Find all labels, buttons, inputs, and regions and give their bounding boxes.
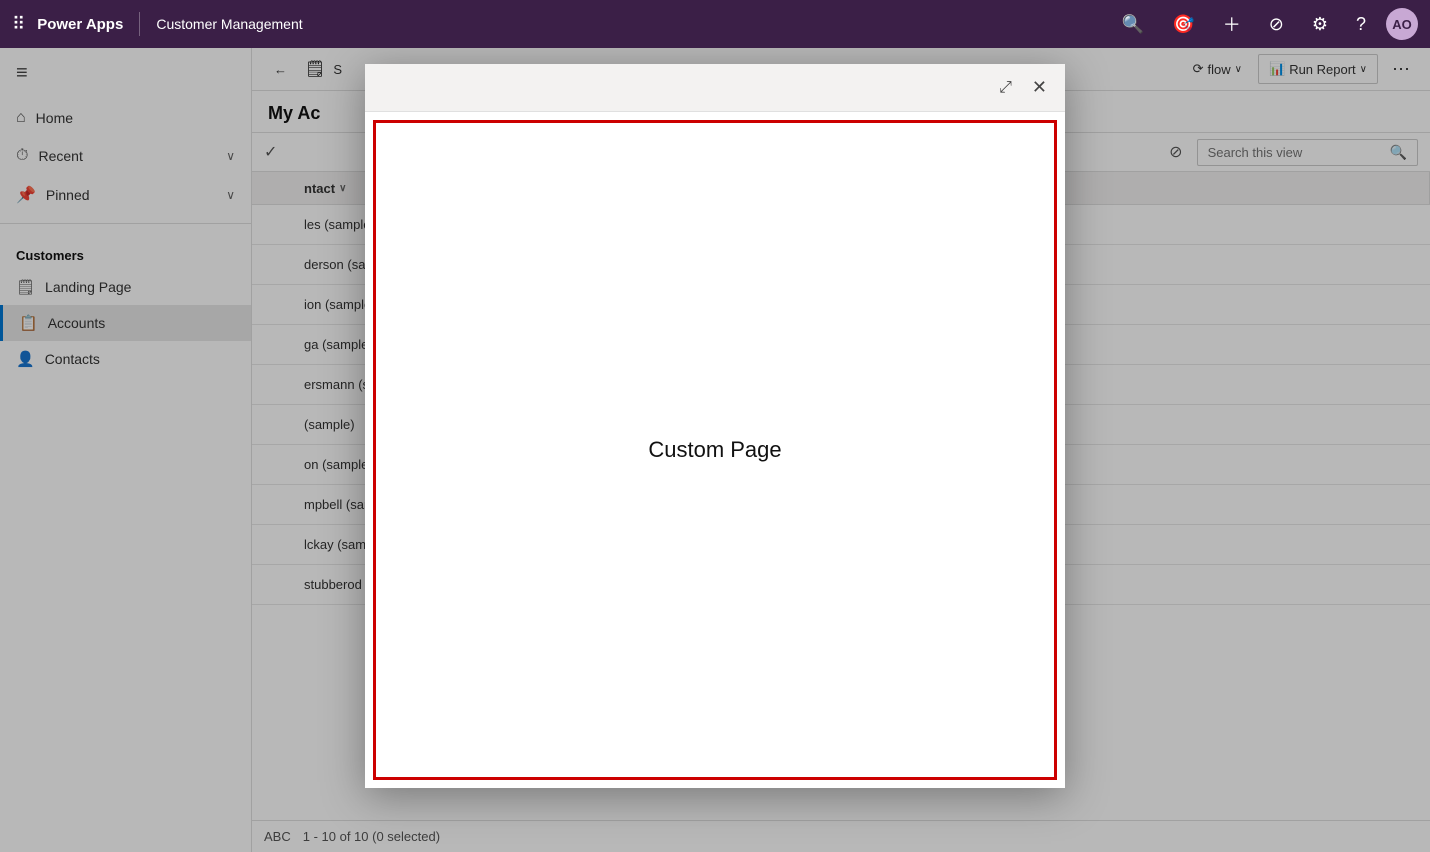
filter-icon[interactable]: ⊘ xyxy=(1261,10,1292,39)
home-label: Home xyxy=(36,110,73,126)
topbar-divider xyxy=(139,12,140,36)
page-icon: 🗒 xyxy=(305,59,325,79)
recent-label: Recent xyxy=(38,148,82,164)
sidebar-item-landing-page[interactable]: 🗒 Landing Page xyxy=(0,269,251,305)
col-contact-label: ntact xyxy=(304,181,335,196)
run-report-chevron: ∨ xyxy=(1360,64,1367,75)
run-report-button[interactable]: 📊 Run Report ∨ xyxy=(1258,54,1378,84)
target-icon[interactable]: 🎯 xyxy=(1164,10,1202,39)
plus-icon[interactable]: ＋ xyxy=(1215,7,1249,41)
landing-page-icon: 🗒 xyxy=(16,278,35,296)
help-icon[interactable]: ? xyxy=(1348,10,1374,39)
flow-icon: ⟳ xyxy=(1193,61,1204,77)
modal: ⤢ ✕ Custom Page xyxy=(365,64,1065,788)
sidebar-item-home[interactable]: ⌂ Home xyxy=(0,99,251,137)
search-icon[interactable]: 🔍 xyxy=(1114,10,1152,39)
flow-button[interactable]: ⟳ flow ∨ xyxy=(1183,55,1252,83)
customers-section-title: Customers xyxy=(0,232,251,269)
recent-chevron: ∨ xyxy=(226,149,235,163)
brand-label: Power Apps xyxy=(37,16,123,33)
back-button[interactable]: ← xyxy=(264,56,297,83)
check-icon: ✓ xyxy=(264,142,277,162)
modal-titlebar: ⤢ ✕ xyxy=(365,64,1065,112)
pinned-icon: 📌 xyxy=(16,185,36,205)
table-filter-button[interactable]: ⊘ xyxy=(1163,136,1188,168)
modal-body: Custom Page xyxy=(373,120,1057,780)
search-input[interactable] xyxy=(1208,145,1384,160)
menu-button[interactable]: ≡ xyxy=(0,48,251,99)
run-report-label: Run Report xyxy=(1289,62,1355,77)
sub-toolbar-page-label: S xyxy=(333,62,342,77)
search-box: 🔍 xyxy=(1197,139,1418,166)
recent-icon: ⏱ xyxy=(16,147,28,165)
modal-close-button[interactable]: ✕ xyxy=(1026,71,1053,104)
page-title: My Ac xyxy=(268,103,320,123)
col-contact-chevron: ∨ xyxy=(339,183,346,194)
contacts-label: Contacts xyxy=(45,351,100,367)
modal-expand-button[interactable]: ⤢ xyxy=(993,73,1018,103)
contacts-icon: 👤 xyxy=(16,350,35,368)
flow-chevron: ∨ xyxy=(1235,64,1242,75)
more-options-button[interactable]: ⋯ xyxy=(1384,53,1418,86)
home-icon: ⌂ xyxy=(16,109,26,127)
user-avatar[interactable]: AO xyxy=(1386,8,1418,40)
sidebar-item-accounts[interactable]: 📋 Accounts xyxy=(0,305,251,341)
table-pagination: 1 - 10 of 10 (0 selected) xyxy=(303,829,440,844)
report-icon: 📊 xyxy=(1269,61,1285,77)
settings-icon[interactable]: ⚙ xyxy=(1304,10,1336,39)
sidebar-item-contacts[interactable]: 👤 Contacts xyxy=(0,341,251,377)
app-name-label: Customer Management xyxy=(156,16,302,32)
table-abc-label: ABC xyxy=(264,829,291,844)
accounts-label: Accounts xyxy=(48,315,106,331)
sidebar-item-pinned[interactable]: 📌 Pinned ∨ xyxy=(0,175,251,215)
pinned-chevron: ∨ xyxy=(226,188,235,202)
pinned-label: Pinned xyxy=(46,187,90,203)
search-icon-table: 🔍 xyxy=(1390,144,1407,161)
grid-icon[interactable]: ⠿ xyxy=(12,14,25,35)
accounts-icon: 📋 xyxy=(19,314,38,332)
sidebar-item-recent[interactable]: ⏱ Recent ∨ xyxy=(0,137,251,175)
landing-page-label: Landing Page xyxy=(45,279,131,295)
modal-body-text: Custom Page xyxy=(648,437,781,463)
flow-label: flow xyxy=(1208,62,1231,77)
